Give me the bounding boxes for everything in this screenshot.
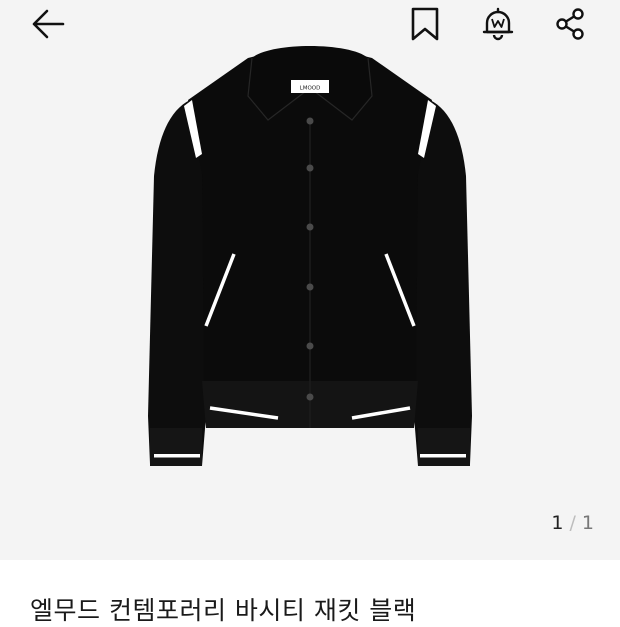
share-button[interactable]: [550, 4, 590, 44]
right-cuff: [418, 428, 470, 466]
page-separator: /: [569, 512, 576, 534]
product-image[interactable]: LMOOD: [140, 36, 480, 476]
arrow-left-icon: [32, 9, 65, 39]
image-page-counter: 1/1: [551, 512, 594, 534]
left-cuff: [150, 428, 202, 466]
bell-icon: [482, 7, 514, 41]
current-page: 1: [551, 512, 564, 534]
total-pages: 1: [581, 512, 594, 534]
notification-button[interactable]: [478, 4, 518, 44]
brand-label-text: LMOOD: [300, 86, 321, 92]
back-button[interactable]: [28, 4, 68, 44]
product-title: 엘무드 컨템포러리 바시티 재킷 블랙: [30, 596, 417, 625]
share-icon: [556, 8, 584, 40]
